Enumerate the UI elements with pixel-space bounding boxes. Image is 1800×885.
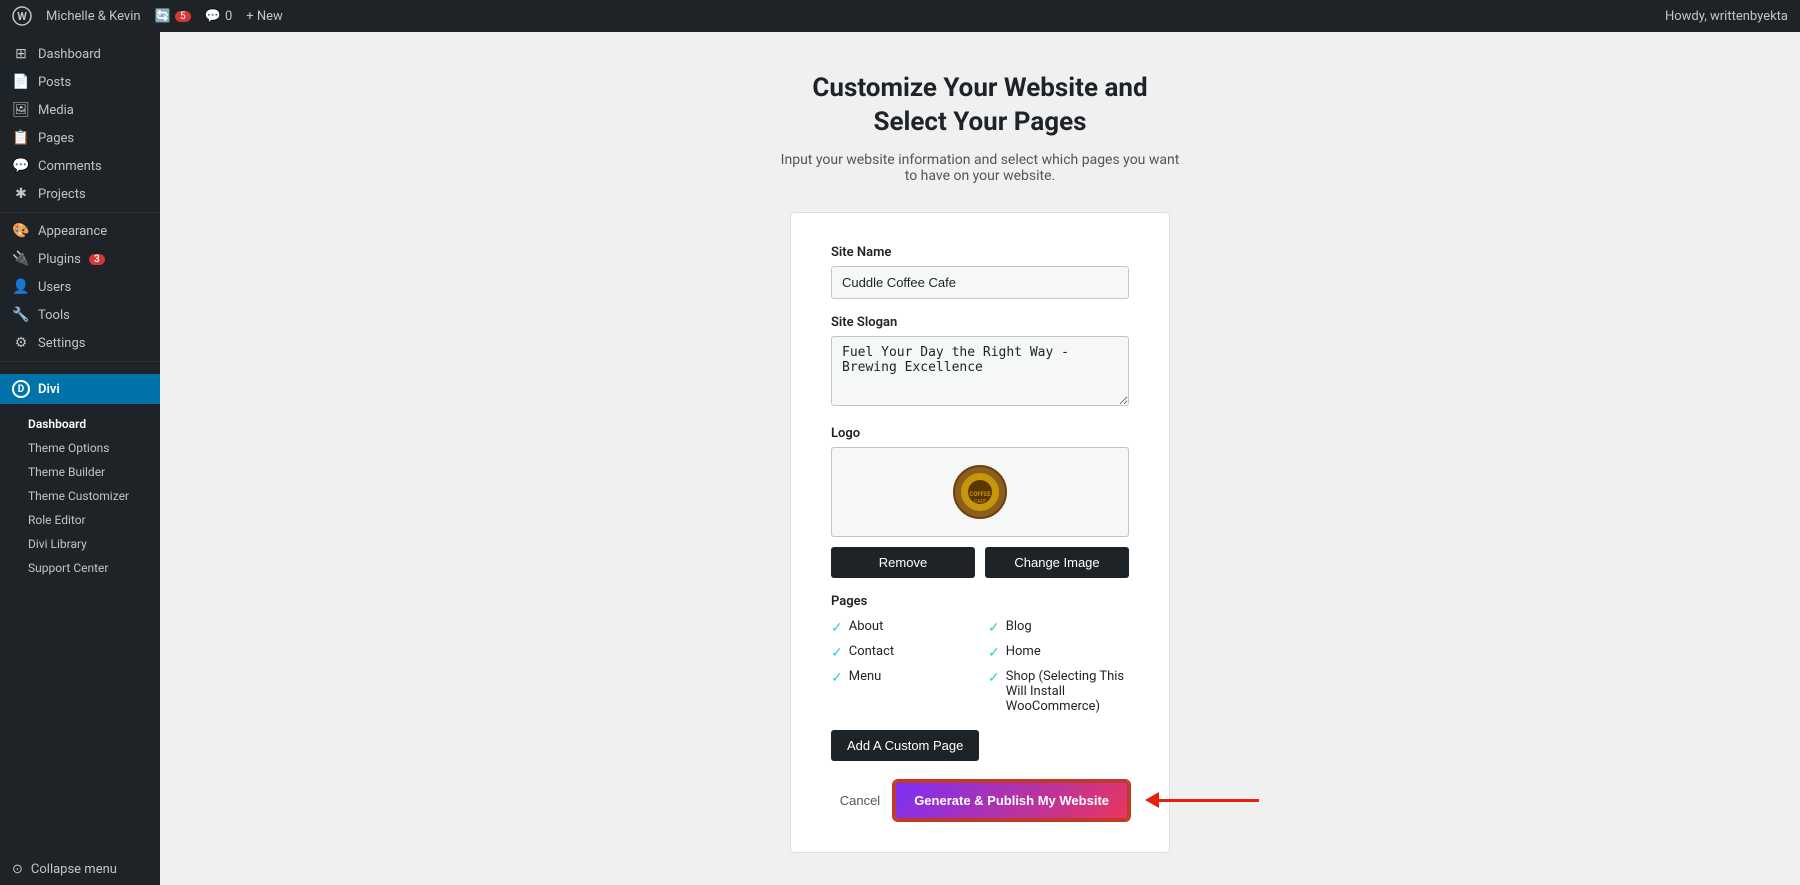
check-contact-icon: ✓: [831, 645, 843, 661]
posts-icon: 📄: [12, 74, 30, 90]
submenu-item-theme-customizer[interactable]: Theme Customizer: [0, 484, 160, 508]
page-check-menu[interactable]: ✓ Menu: [831, 669, 972, 714]
divi-header[interactable]: D Divi: [0, 374, 160, 404]
users-icon: 👤: [12, 279, 30, 295]
howdy-text: Howdy, writtenbyekta: [1665, 9, 1788, 24]
site-name-bar[interactable]: Michelle & Kevin: [46, 9, 141, 24]
wp-logo-button[interactable]: W: [12, 6, 32, 26]
sidebar-item-users[interactable]: 👤 Users: [0, 273, 160, 301]
sidebar-divider-2: [0, 361, 160, 362]
site-name-input[interactable]: [831, 266, 1129, 299]
media-icon: 🖼: [12, 102, 30, 118]
setup-card: Site Name Site Slogan Logo COFFEE CAFE R…: [790, 212, 1170, 853]
check-about-icon: ✓: [831, 620, 843, 636]
sidebar: ⊞ Dashboard 📄 Posts 🖼 Media 📋 Pages 💬 Co…: [0, 32, 160, 885]
updates-button[interactable]: 🔄 5: [155, 9, 191, 24]
comments-button[interactable]: 💬 0: [205, 9, 233, 24]
page-subtitle: Input your website information and selec…: [780, 152, 1180, 184]
page-check-home[interactable]: ✓ Home: [988, 644, 1129, 661]
remove-button[interactable]: Remove: [831, 547, 975, 578]
card-footer: Cancel Generate & Publish My Website: [831, 781, 1129, 820]
sidebar-item-projects[interactable]: ✱ Projects: [0, 180, 160, 208]
pages-grid: ✓ About ✓ Blog ✓ Contact ✓ Home ✓ Menu: [831, 619, 1129, 714]
divi-circle-icon: D: [12, 380, 30, 398]
sidebar-item-settings[interactable]: ⚙ Settings: [0, 329, 160, 357]
annotation-arrow: [1145, 792, 1259, 808]
comments-icon: 💬: [12, 158, 30, 174]
logo-label: Logo: [831, 426, 1129, 441]
add-custom-page-button[interactable]: Add A Custom Page: [831, 730, 979, 761]
site-name-label: Site Name: [831, 245, 1129, 260]
submenu-item-divi-library[interactable]: Divi Library: [0, 532, 160, 556]
sidebar-divider-1: [0, 212, 160, 213]
appearance-icon: 🎨: [12, 223, 30, 239]
check-menu-icon: ✓: [831, 670, 843, 686]
sidebar-item-appearance[interactable]: 🎨 Appearance: [0, 217, 160, 245]
check-home-icon: ✓: [988, 645, 1000, 661]
main-content: Customize Your Website and Select Your P…: [160, 32, 1800, 885]
page-check-contact[interactable]: ✓ Contact: [831, 644, 972, 661]
site-slogan-input[interactable]: [831, 336, 1129, 406]
arrow-line: [1159, 799, 1259, 802]
submenu-item-theme-builder[interactable]: Theme Builder: [0, 460, 160, 484]
pages-section-label: Pages: [831, 594, 1129, 609]
submenu-item-dashboard[interactable]: Dashboard: [0, 412, 160, 436]
page-check-about[interactable]: ✓ About: [831, 619, 972, 636]
submenu-item-theme-options[interactable]: Theme Options: [0, 436, 160, 460]
generate-button-container: Generate & Publish My Website: [894, 781, 1129, 820]
submenu-item-support-center[interactable]: Support Center: [0, 556, 160, 580]
dashboard-icon: ⊞: [12, 46, 30, 62]
submenu-item-role-editor[interactable]: Role Editor: [0, 508, 160, 532]
sidebar-item-plugins[interactable]: 🔌 Plugins 3: [0, 245, 160, 273]
tools-icon: 🔧: [12, 307, 30, 323]
sidebar-item-pages[interactable]: 📋 Pages: [0, 124, 160, 152]
plugins-icon: 🔌: [12, 251, 30, 267]
check-blog-icon: ✓: [988, 620, 1000, 636]
divi-submenu: Dashboard Theme Options Theme Builder Th…: [0, 404, 160, 588]
projects-icon: ✱: [12, 186, 30, 202]
settings-icon: ⚙: [12, 335, 30, 351]
new-content-button[interactable]: + New: [246, 9, 283, 24]
admin-bar: W Michelle & Kevin 🔄 5 💬 0 + New Howdy, …: [0, 0, 1800, 32]
sidebar-item-dashboard[interactable]: ⊞ Dashboard: [0, 40, 160, 68]
sidebar-item-comments[interactable]: 💬 Comments: [0, 152, 160, 180]
sidebar-item-tools[interactable]: 🔧 Tools: [0, 301, 160, 329]
logo-buttons: Remove Change Image: [831, 547, 1129, 578]
arrow-head-icon: [1145, 792, 1159, 808]
sidebar-item-media[interactable]: 🖼 Media: [0, 96, 160, 124]
collapse-menu-button[interactable]: ⊙ Collapse menu: [0, 854, 160, 885]
change-image-button[interactable]: Change Image: [985, 547, 1129, 578]
site-slogan-label: Site Slogan: [831, 315, 1129, 330]
check-shop-icon: ✓: [988, 670, 1000, 686]
page-check-blog[interactable]: ✓ Blog: [988, 619, 1129, 636]
generate-publish-button[interactable]: Generate & Publish My Website: [894, 781, 1129, 820]
page-title: Customize Your Website and Select Your P…: [812, 72, 1147, 140]
logo-preview: COFFEE CAFE: [831, 447, 1129, 537]
sidebar-item-posts[interactable]: 📄 Posts: [0, 68, 160, 96]
collapse-icon: ⊙: [12, 862, 23, 877]
page-check-shop[interactable]: ✓ Shop (Selecting This Will Install WooC…: [988, 669, 1129, 714]
svg-text:CAFE: CAFE: [974, 499, 986, 505]
coffee-logo-icon: COFFEE CAFE: [953, 465, 1007, 519]
pages-icon: 📋: [12, 130, 30, 146]
svg-text:W: W: [17, 10, 27, 23]
cancel-button[interactable]: Cancel: [840, 793, 880, 808]
svg-text:COFFEE: COFFEE: [969, 491, 991, 498]
